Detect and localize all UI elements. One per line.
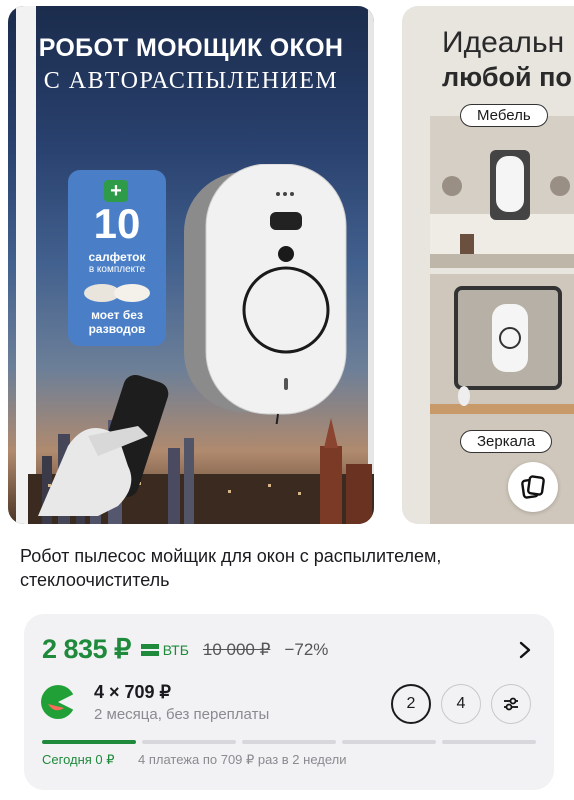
gallery-slide-1[interactable]: РОБОТ МОЮЩИК ОКОН С АВТОРАСПЫЛЕНИЕМ + 10… <box>8 6 374 524</box>
installment-option-4[interactable]: 4 <box>441 684 481 724</box>
discount-percent: −72% <box>284 639 329 659</box>
installment-progress-segment <box>142 740 236 744</box>
old-price: 10 000 ₽ <box>202 639 271 659</box>
today-payment: Сегодня 0 ₽ <box>42 752 115 767</box>
price-row: 2 835 ₽ ВТБ 10 000 ₽ −72% <box>42 634 328 665</box>
badge-plus: + <box>104 180 128 202</box>
slide-title-line-2: С АВТОРАСПЫЛЕНИЕМ <box>43 68 339 94</box>
window-robot-image <box>184 164 347 424</box>
installment-progress-segment <box>42 740 136 744</box>
image-gallery[interactable]: РОБОТ МОЮЩИК ОКОН С АВТОРАСПЫЛЕНИЕМ + 10… <box>0 0 574 528</box>
payment-plan-description: 4 платежа по 709 ₽ раз в 2 недели <box>138 752 347 767</box>
badge-line-2: в комплекте <box>88 264 146 275</box>
installment-progress <box>42 740 536 744</box>
bank-label: ВТБ <box>162 641 189 658</box>
installment-note: 2 месяца, без переплаты <box>94 706 270 723</box>
product-title: Робот пылесос мойщик для окон с распылит… <box>20 546 442 590</box>
cleaning-pads-image <box>84 284 150 302</box>
gallery-slide-2[interactable]: Идеальн любой по Мебель Зеркала <box>402 6 574 524</box>
badge-line-3: моет без разводов <box>88 308 146 336</box>
badge-line-1: салфеток <box>88 250 146 264</box>
kitchen-photo <box>430 116 574 268</box>
split-logo-icon <box>41 685 76 719</box>
badge-number: 10 <box>93 200 141 247</box>
tag-furniture: Мебель <box>460 104 548 127</box>
slide2-heading-line-1: Идеальн <box>442 26 565 59</box>
installment-progress-segment <box>342 740 436 744</box>
chevron-right-icon[interactable] <box>518 640 532 660</box>
bank-card-icon <box>140 643 159 656</box>
wipes-badge: + 10 салфеток в комплекте моет без разво… <box>68 170 166 346</box>
current-price: 2 835 ₽ <box>42 634 131 664</box>
hand-with-remote-image <box>38 374 169 516</box>
installment-option-2[interactable]: 2 <box>391 684 431 724</box>
tag-mirrors: Зеркала <box>460 430 553 453</box>
cards-icon <box>521 475 545 499</box>
installment-amount: 4 × 709 ₽ <box>94 682 172 702</box>
slide-title-line-1: РОБОТ МОЮЩИК ОКОН <box>38 34 344 62</box>
slide2-heading-line-2: любой по <box>442 62 572 92</box>
similar-items-button[interactable] <box>508 462 558 512</box>
sliders-icon <box>504 697 518 711</box>
installment-progress-segment <box>242 740 336 744</box>
installment-settings-button[interactable] <box>491 684 531 724</box>
installment-progress-segment <box>442 740 536 744</box>
price-card[interactable]: 2 835 ₽ ВТБ 10 000 ₽ −72% 4 × 709 ₽ 2 ме… <box>24 614 554 790</box>
